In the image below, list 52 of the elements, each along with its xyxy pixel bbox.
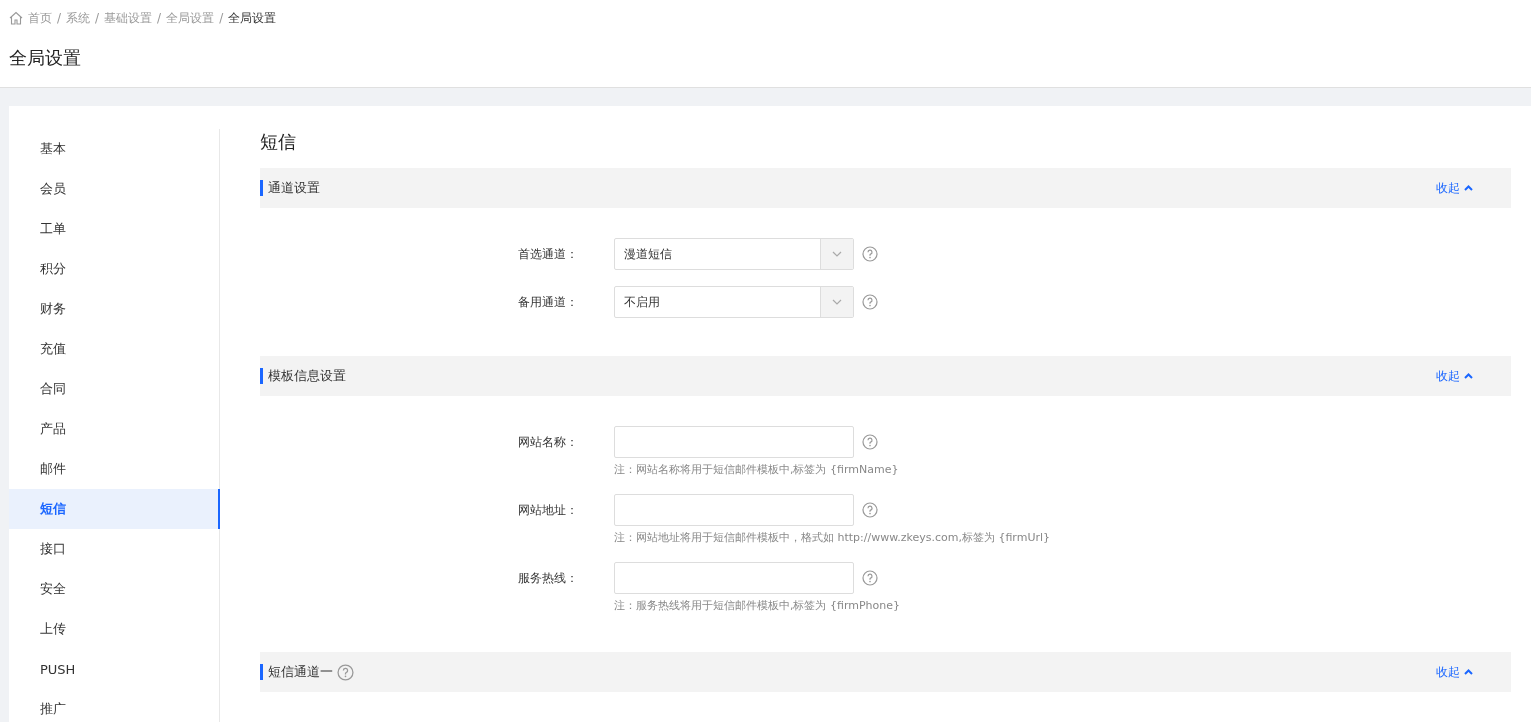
help-icon[interactable] — [862, 294, 878, 310]
input-field[interactable] — [614, 562, 854, 594]
select-field[interactable]: 漫道短信 — [614, 238, 854, 270]
chevron-icon — [1464, 185, 1473, 191]
breadcrumb-separator: / — [95, 11, 100, 25]
section-title: 短信通道一 — [268, 663, 333, 681]
input-field[interactable] — [614, 426, 854, 458]
sidebar-item[interactable]: 接口 — [9, 529, 220, 569]
section-title: 模板信息设置 — [268, 367, 346, 385]
field-label: 网站地址： — [517, 501, 579, 519]
sidebar-item[interactable]: 合同 — [9, 369, 220, 409]
sidebar-item[interactable]: 积分 — [9, 249, 220, 289]
content-title: 短信 — [260, 130, 297, 154]
chevron-down-icon — [832, 299, 842, 305]
help-icon[interactable] — [862, 502, 878, 518]
chevron-icon — [1464, 669, 1473, 675]
page-title: 全局设置 — [9, 46, 82, 70]
sidebar-item[interactable]: 上传 — [9, 609, 220, 649]
field-note: 注：网站名称将用于短信邮件模板中,标签为 {firmName} — [614, 462, 899, 478]
collapse-link[interactable]: 收起 — [1436, 179, 1473, 197]
collapse-link[interactable]: 收起 — [1436, 367, 1473, 385]
sidebar-item[interactable]: 工单 — [9, 209, 220, 249]
sidebar-item[interactable]: 会员 — [9, 169, 220, 209]
breadcrumb-separator: / — [219, 11, 224, 25]
sidebar-item[interactable]: 安全 — [9, 569, 220, 609]
field-label: 网站名称： — [517, 433, 579, 451]
sidebar-item[interactable]: 基本 — [9, 129, 220, 169]
help-icon[interactable] — [862, 246, 878, 262]
help-icon[interactable] — [337, 663, 354, 681]
chevron-icon — [1464, 373, 1473, 379]
breadcrumb-separator: / — [57, 11, 62, 25]
field-note: 注：网站地址将用于短信邮件模板中，格式如 http://www.zkeys.com,标签为 {firmUrl} — [614, 530, 1050, 546]
sidebar-item[interactable]: 财务 — [9, 289, 220, 329]
home-icon[interactable] — [9, 11, 23, 25]
help-icon[interactable] — [862, 434, 878, 450]
field-label: 首选通道： — [517, 245, 579, 263]
field-label: 备用通道： — [517, 293, 579, 311]
sidebar-item[interactable]: 推广 — [9, 689, 220, 722]
select-field[interactable]: 不启用 — [614, 286, 854, 318]
section-title: 通道设置 — [268, 179, 320, 197]
breadcrumb-separator: / — [157, 11, 162, 25]
sidebar-item[interactable]: 产品 — [9, 409, 220, 449]
field-note: 注：服务热线将用于短信邮件模板中,标签为 {firmPhone} — [614, 598, 901, 614]
sidebar-item[interactable]: 充值 — [9, 329, 220, 369]
chevron-down-icon — [832, 251, 842, 257]
help-icon[interactable] — [862, 570, 878, 586]
sidebar-item[interactable]: PUSH — [9, 649, 220, 689]
collapse-link[interactable]: 收起 — [1436, 663, 1473, 681]
sidebar-item[interactable]: 短信 — [9, 489, 220, 529]
input-field[interactable] — [614, 494, 854, 526]
field-label: 服务热线： — [517, 569, 579, 587]
sidebar-item[interactable]: 邮件 — [9, 449, 220, 489]
